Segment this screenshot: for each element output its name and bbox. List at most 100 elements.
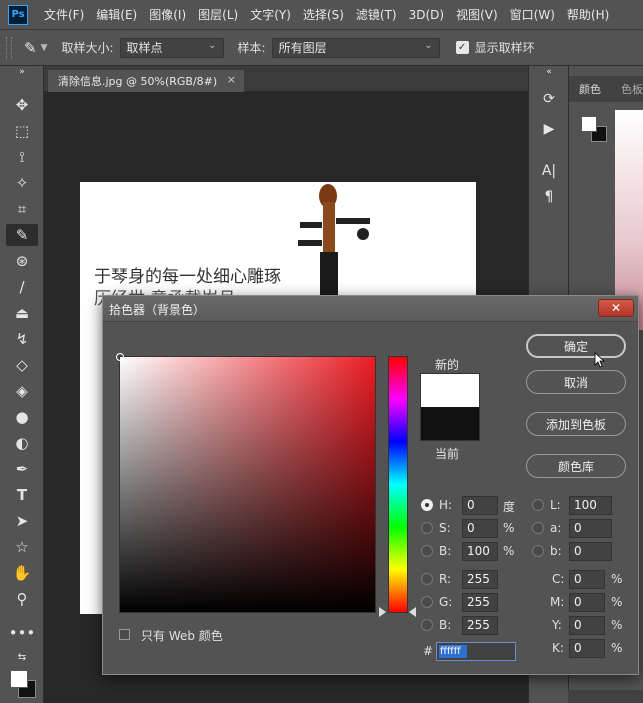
collapse-icon[interactable]: « (537, 66, 561, 78)
radio-red[interactable] (421, 573, 433, 585)
color-panel-tabs: 颜色 色板 (569, 76, 643, 102)
type-tool-icon[interactable]: T (6, 484, 38, 506)
options-grip[interactable] (6, 36, 12, 59)
menu-type[interactable]: 文字(Y) (244, 6, 297, 23)
saturation-input[interactable]: 0 (462, 519, 498, 538)
eyedropper-icon[interactable]: ✎ (24, 39, 37, 57)
hue-slider-left-arrow-icon[interactable] (379, 607, 386, 617)
hue-slider-right-arrow-icon[interactable] (409, 607, 416, 617)
close-icon[interactable]: × (227, 73, 236, 86)
new-color-label: 新的 (435, 358, 460, 372)
black-input[interactable]: 0 (569, 639, 605, 658)
collapse-icon[interactable]: » (6, 66, 38, 78)
panel-foreground-swatch[interactable] (581, 116, 597, 132)
brightness-input[interactable]: 100 (462, 542, 498, 561)
actions-play-icon[interactable]: ▶ (537, 118, 561, 140)
ok-button[interactable]: 确定 (526, 334, 626, 358)
lightness-input[interactable]: 100 (569, 496, 612, 515)
green-input[interactable]: 255 (462, 593, 498, 612)
color-picker-marker[interactable] (116, 353, 124, 361)
tab-color[interactable]: 颜色 (579, 81, 601, 97)
magic-wand-tool-icon[interactable]: ✧ (6, 172, 38, 194)
sample-label: 样本: (237, 41, 266, 55)
dialog-title: 拾色器（背景色） (109, 303, 206, 317)
show-ring-checkbox[interactable]: ✓ (455, 41, 469, 54)
current-color-label: 当前 (435, 447, 460, 461)
cyan-input[interactable]: 0 (569, 570, 605, 589)
blur-tool-icon[interactable]: ● (6, 406, 38, 428)
hand-tool-icon[interactable]: ✋ (6, 562, 38, 584)
marquee-tool-icon[interactable]: ⬚ (6, 120, 38, 142)
radio-brightness[interactable] (421, 545, 433, 557)
photoshop-logo: Ps (8, 4, 28, 25)
sample-select[interactable]: 所有图层 ⌄ (271, 37, 440, 58)
menu-image[interactable]: 图像(I) (143, 6, 192, 23)
lasso-tool-icon[interactable]: ⟟ (6, 146, 38, 168)
path-select-icon[interactable]: ➤ (6, 510, 38, 532)
magenta-input[interactable]: 0 (569, 593, 605, 612)
saturation-label: S: (439, 521, 451, 535)
radio-a[interactable] (532, 522, 544, 534)
cyan-label: C: (552, 572, 565, 586)
paragraph-icon[interactable]: ¶ (537, 186, 561, 208)
move-tool-icon[interactable]: ✥ (6, 94, 38, 116)
menu-help[interactable]: 帮助(H) (561, 6, 615, 23)
radio-lightness[interactable] (532, 499, 544, 511)
history-brush-icon[interactable]: ↯ (6, 328, 38, 350)
yellow-input[interactable]: 0 (569, 616, 605, 635)
menu-file[interactable]: 文件(F) (38, 6, 90, 23)
swap-colors-icon[interactable]: ⇆ (6, 646, 38, 668)
stamp-tool-icon[interactable]: ⏏ (6, 302, 38, 324)
radio-green[interactable] (421, 596, 433, 608)
menu-3d[interactable]: 3D(D) (403, 8, 450, 22)
add-to-swatches-button[interactable]: 添加到色板 (526, 412, 626, 436)
history-icon[interactable]: ⟳ (537, 88, 561, 110)
menu-edit[interactable]: 编辑(E) (90, 6, 143, 23)
web-colors-checkbox[interactable] (119, 629, 130, 640)
menu-filter[interactable]: 滤镜(T) (350, 6, 403, 23)
radio-b-lab[interactable] (532, 545, 544, 557)
chevron-down-icon[interactable]: ▼ (41, 43, 48, 53)
eraser-tool-icon[interactable]: ◇ (6, 354, 38, 376)
radio-blue[interactable] (421, 619, 433, 631)
current-color-swatch[interactable] (420, 407, 480, 441)
a-input[interactable]: 0 (569, 519, 612, 538)
menu-window[interactable]: 窗口(W) (504, 6, 561, 23)
hue-input[interactable]: 0 (462, 496, 498, 515)
close-button[interactable]: ✕ (598, 299, 634, 317)
menu-layer[interactable]: 图层(L) (192, 6, 244, 23)
character-icon[interactable]: A| (537, 160, 561, 182)
crop-tool-icon[interactable]: ⌗ (6, 198, 38, 220)
show-ring-label: 显示取样环 (474, 41, 535, 55)
saturation-brightness-field[interactable] (116, 353, 376, 613)
brush-tool-icon[interactable]: / (6, 276, 38, 298)
zoom-tool-icon[interactable]: ⚲ (6, 588, 38, 610)
menu-view[interactable]: 视图(V) (450, 6, 504, 23)
eyedropper-tool-icon[interactable]: ✎ (6, 224, 38, 246)
pen-tool-icon[interactable]: ✒ (6, 458, 38, 480)
paint-bucket-icon[interactable]: ◈ (6, 380, 38, 402)
shape-tool-icon[interactable]: ☆ (6, 536, 38, 558)
hex-input[interactable]: ffffff (436, 642, 516, 661)
healing-tool-icon[interactable]: ⊛ (6, 250, 38, 272)
document-tab[interactable]: 清除信息.jpg @ 50%(RGB/8#) × (48, 70, 244, 92)
radio-saturation[interactable] (421, 522, 433, 534)
blue-input[interactable]: 255 (462, 616, 498, 635)
foreground-color-swatch[interactable] (10, 670, 28, 688)
menu-bar: Ps 文件(F) 编辑(E) 图像(I) 图层(L) 文字(Y) 选择(S) 滤… (0, 0, 643, 30)
red-input[interactable]: 255 (462, 570, 498, 589)
document-tab-title: 清除信息.jpg @ 50%(RGB/8#) (58, 75, 218, 88)
sample-size-select[interactable]: 取样点 ⌄ (119, 37, 224, 58)
document-tabs: 清除信息.jpg @ 50%(RGB/8#) × (44, 66, 528, 92)
radio-hue[interactable] (421, 499, 433, 511)
hue-slider[interactable] (388, 356, 408, 613)
dodge-tool-icon[interactable]: ◐ (6, 432, 38, 454)
menu-select[interactable]: 选择(S) (297, 6, 350, 23)
color-libraries-button[interactable]: 颜色库 (526, 454, 626, 478)
tab-swatches[interactable]: 色板 (621, 81, 643, 97)
hue-label: H: (439, 498, 453, 512)
cancel-button[interactable]: 取消 (526, 370, 626, 394)
dialog-title-bar[interactable]: 拾色器（背景色） ✕ (103, 296, 638, 322)
b-lab-input[interactable]: 0 (569, 542, 612, 561)
more-tools-icon[interactable]: ••• (6, 622, 38, 644)
